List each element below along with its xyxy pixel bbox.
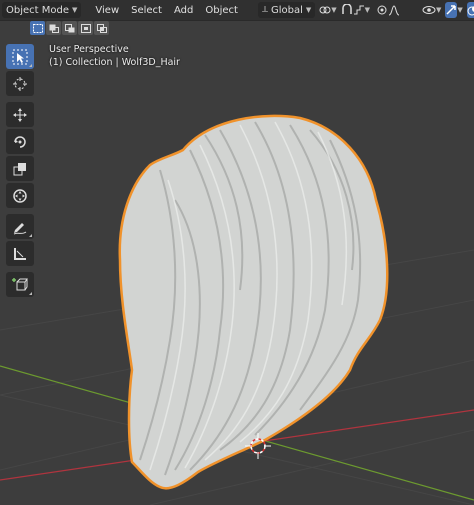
viewport[interactable] [0,0,474,505]
chevron-down-icon[interactable]: ▼ [436,6,441,14]
chevron-down-icon[interactable]: ▼ [365,6,370,14]
chevron-down-icon[interactable]: ▼ [331,6,336,14]
viewport-header: Object Mode ▼ View Select Add Object ⟂ G… [0,0,474,21]
proportional-edit-icon[interactable] [376,2,388,18]
hair-mesh[interactable] [118,114,389,490]
overlays-icon[interactable] [466,2,474,18]
snap-increment-icon[interactable] [353,2,365,18]
select-invert-icon[interactable] [78,21,93,35]
mode-label: Object Mode [6,4,69,16]
annotate-icon[interactable] [6,214,34,239]
menu-add[interactable]: Add [168,5,199,16]
menu-object[interactable]: Object [199,5,244,16]
view-name: User Perspective [49,44,129,55]
pivot-point-icon[interactable] [319,2,331,18]
cursor-icon[interactable] [6,71,34,96]
move-icon[interactable] [6,102,34,127]
chevron-down-icon: ▼ [305,6,312,14]
chevron-down-icon: ▼ [72,6,78,14]
axes-icon: ⟂ [261,5,268,15]
mode-dropdown[interactable]: Object Mode ▼ [2,2,82,18]
orientation-label: Global [270,4,303,16]
visibility-icon[interactable] [422,2,436,18]
select-subtract-icon[interactable] [62,21,77,35]
gizmo-icon[interactable] [445,2,458,18]
collection-line: (1) Collection | Wolf3D_Hair [49,57,180,68]
add-cube-icon[interactable] [6,272,34,297]
select-mode-group [30,21,109,37]
transform-orientation-dropdown[interactable]: ⟂ Global ▼ [257,2,316,18]
menu-select[interactable]: Select [125,5,168,16]
select-extend-icon[interactable] [46,21,61,35]
select-box-icon[interactable] [6,44,34,69]
transform-icon[interactable] [6,183,34,208]
measure-icon[interactable] [6,241,34,266]
scale-icon[interactable] [6,156,34,181]
tool-shelf [6,44,34,299]
snap-icon[interactable] [341,2,353,18]
select-new-icon[interactable] [30,21,45,35]
chevron-down-icon[interactable]: ▼ [457,6,462,14]
rotate-icon[interactable] [6,129,34,154]
falloff-icon[interactable] [388,2,400,18]
select-intersect-icon[interactable] [94,21,109,35]
viewport-info: User Perspective (1) Collection | Wolf3D… [49,43,180,69]
menu-view[interactable]: View [89,5,125,16]
